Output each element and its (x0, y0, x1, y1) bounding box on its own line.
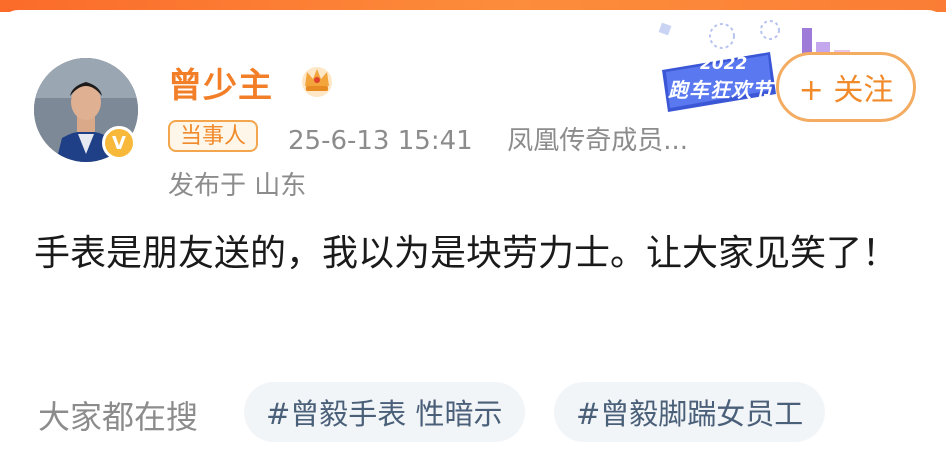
hot-search-chip[interactable]: #曾毅手表 性暗示 (244, 382, 525, 442)
banner-year: 2022 (700, 54, 748, 74)
verified-v-icon: V (102, 126, 136, 160)
crown-icon (302, 67, 332, 97)
post-time: 25-6-13 15:41 (288, 126, 473, 156)
post-location: 发布于 山东 (168, 171, 307, 201)
username[interactable]: 曾少主 (168, 58, 273, 107)
hot-search-label: 大家都在搜 (38, 398, 199, 436)
post-meta: 25-6-13 15:41 凤凰传奇成员... (288, 120, 688, 157)
hot-search-chip[interactable]: #曾毅脚踹女员工 (554, 382, 826, 442)
post-source: 凤凰传奇成员... (507, 126, 688, 156)
banner-title: 跑车狂欢节 (668, 78, 773, 102)
status-badge: 当事人 (168, 120, 259, 152)
follow-button[interactable]: + 关注 (776, 52, 916, 122)
post-text: 手表是朋友送的，我以为是块劳力士。让大家见笑了！ (34, 233, 899, 274)
